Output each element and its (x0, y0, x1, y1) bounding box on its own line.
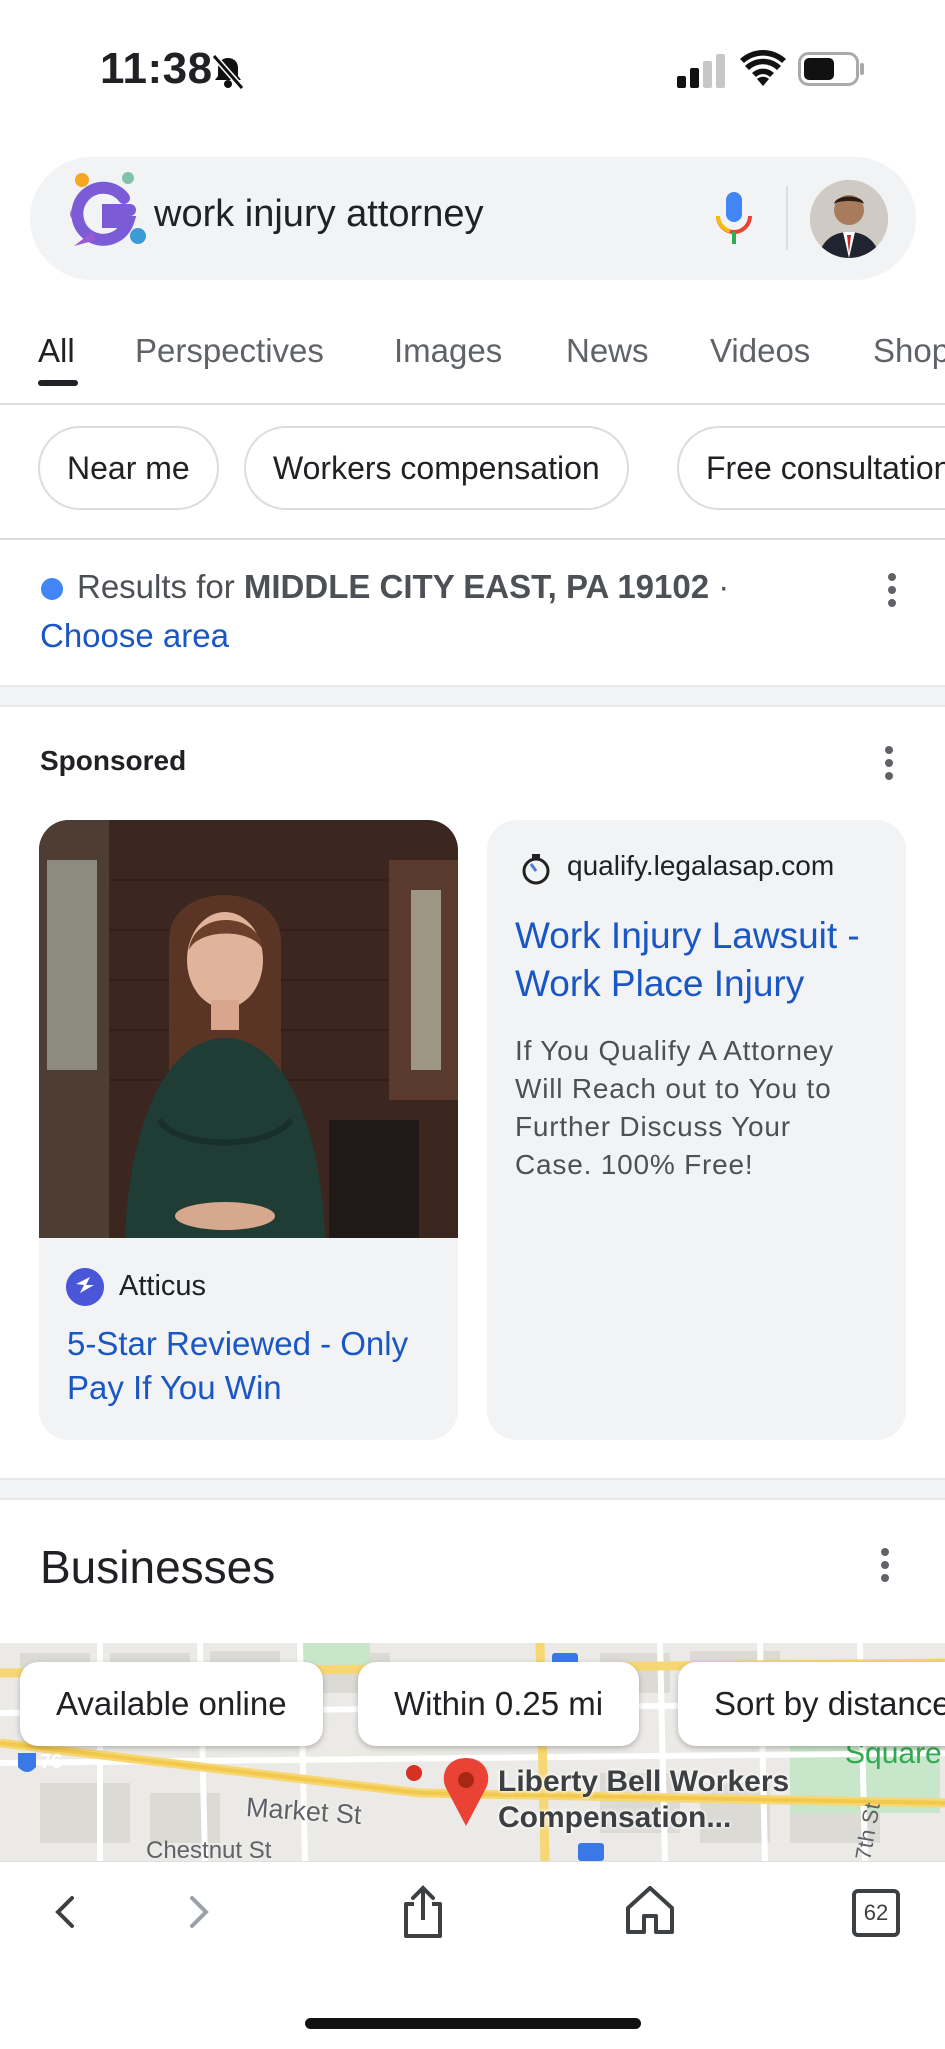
ad-headline-link[interactable]: Work Injury Lawsuit - Work Place Injury (515, 912, 890, 1008)
wifi-icon (740, 50, 786, 86)
location-place: MIDDLE CITY EAST, PA 19102 (243, 568, 710, 605)
street-label: Chestnut St (146, 1837, 272, 1861)
tabs-count-button[interactable]: 62 (852, 1889, 900, 1937)
location-prefix: Results for (77, 568, 235, 605)
filter-within-distance[interactable]: Within 0.25 mi (358, 1662, 640, 1746)
sponsored-label: Sponsored (40, 745, 187, 776)
ad-headline-link[interactable]: 5-Star Reviewed - Only Pay If You Win (67, 1322, 427, 1410)
divider (0, 538, 945, 540)
tab-shop[interactable]: Shop (873, 332, 945, 370)
microphone-icon[interactable] (712, 190, 756, 246)
share-icon[interactable] (400, 1884, 446, 1940)
active-tab-indicator (38, 380, 78, 386)
choose-area-link[interactable]: Choose area (40, 617, 229, 655)
atticus-logo-icon (66, 1268, 104, 1306)
filter-available-online[interactable]: Available online (20, 1662, 323, 1746)
ad-description: If You Qualify A Attorney Will Reach out… (515, 1035, 834, 1180)
search-query[interactable]: work injury attorney (154, 193, 483, 236)
more-options-icon[interactable] (881, 1548, 889, 1582)
chip-free-consultation[interactable]: Free consultation (677, 426, 945, 510)
bell-muted-icon (211, 54, 245, 90)
tab-images[interactable]: Images (394, 332, 502, 370)
tab-videos[interactable]: Videos (710, 332, 810, 370)
forward-icon[interactable] (184, 1888, 214, 1936)
home-indicator (305, 2018, 641, 2029)
status-time: 11:38 (100, 44, 213, 93)
chip-near-me[interactable]: Near me (38, 426, 219, 510)
location-results-text: Results for MIDDLE CITY EAST, PA 19102 · (77, 568, 729, 606)
legalasap-logo-icon (522, 854, 550, 885)
section-separator (0, 685, 945, 707)
home-icon[interactable] (624, 1884, 676, 1936)
divider (0, 403, 945, 405)
location-bullet: · (718, 568, 730, 605)
search-separator (786, 186, 788, 250)
businesses-heading: Businesses (40, 1541, 276, 1593)
section-separator (0, 1478, 945, 1500)
tab-all[interactable]: All (38, 332, 75, 370)
advertiser-domain: qualify.legalasap.com (567, 850, 835, 881)
map-pin-label-line: Liberty Bell Workers (498, 1765, 790, 1798)
back-icon[interactable] (50, 1888, 80, 1936)
filter-sort-by-distance[interactable]: Sort by distance (678, 1662, 945, 1746)
more-options-icon[interactable] (888, 573, 896, 607)
map-pin-label[interactable]: Liberty Bell Workers Compensation... (498, 1764, 789, 1836)
avatar[interactable] (810, 180, 888, 258)
tab-perspectives[interactable]: Perspectives (135, 332, 324, 370)
more-options-icon[interactable] (885, 746, 893, 780)
cellular-signal-icon (677, 54, 725, 88)
ad-video-thumbnail[interactable] (39, 820, 458, 1238)
tab-news[interactable]: News (566, 332, 649, 370)
advertiser-name: Atticus (119, 1270, 207, 1302)
map-pin-label-line: Compensation... (498, 1801, 732, 1834)
ad-card-atticus[interactable]: Atticus 5-Star Reviewed - Only Pay If Yo… (39, 820, 458, 1440)
location-dot-icon (41, 578, 63, 600)
battery-icon (798, 52, 864, 86)
chip-workers-compensation[interactable]: Workers compensation (244, 426, 629, 510)
search-tabs: All Perspectives Images News Videos Shop (0, 320, 945, 404)
ad-card-legalasap[interactable]: qualify.legalasap.com Work Injury Lawsui… (487, 820, 906, 1440)
google-doodle-logo-icon[interactable] (64, 168, 154, 258)
highway-shield-label: 76 (40, 1751, 62, 1773)
